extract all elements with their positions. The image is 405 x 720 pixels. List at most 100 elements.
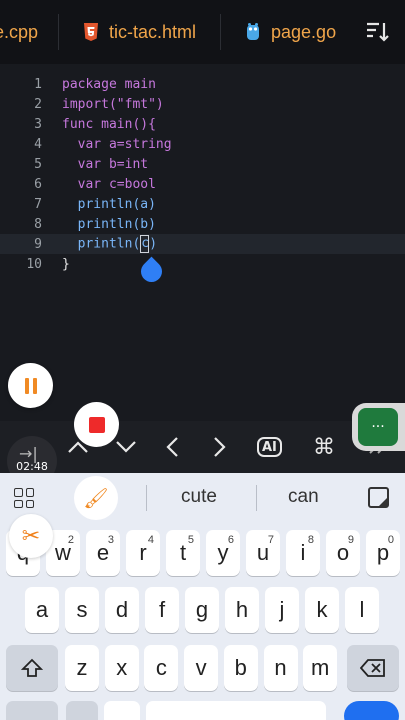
line-number: 5 (34, 156, 42, 172)
tab-cpp-file[interactable]: e.cpp (0, 0, 58, 64)
code-text: package main (62, 76, 156, 92)
key-n[interactable]: n (263, 645, 298, 691)
key-d[interactable]: d (105, 587, 139, 633)
code-line[interactable]: 1 package main (0, 74, 405, 94)
code-line[interactable]: 6 var c=bool (0, 174, 405, 194)
html5-icon (83, 23, 99, 41)
code-line[interactable]: 5 var b=int (0, 154, 405, 174)
tab-divider (220, 14, 222, 50)
key-s[interactable]: s (65, 587, 99, 633)
tab-label: e.cpp (0, 21, 39, 42)
code-line[interactable]: 7 println(a) (0, 194, 405, 214)
key-m[interactable]: m (303, 645, 338, 691)
enter-key[interactable] (344, 701, 399, 720)
sort-icon[interactable] (365, 20, 391, 44)
key-number-hint: 8 (307, 534, 314, 546)
code-line[interactable]: 4 var a=string (0, 134, 405, 154)
line-number: 8 (34, 216, 42, 232)
tools-icon[interactable]: ✂ (9, 514, 53, 558)
suggestion-word[interactable]: can (288, 486, 319, 508)
pause-icon (24, 377, 29, 394)
apps-grid-icon[interactable] (14, 488, 34, 508)
chevron-right-icon[interactable] (210, 429, 230, 465)
command-icon[interactable]: ⌘ (312, 429, 336, 465)
code-text: func main(){ (62, 116, 156, 132)
tab-tic-tac-html[interactable]: tic-tac.html (83, 0, 196, 64)
suggestion-bar: 🖌 cute can (0, 473, 405, 523)
code-fragment: println (62, 236, 133, 252)
line-number: 6 (34, 176, 42, 192)
code-line[interactable]: 3 func main(){ (0, 114, 405, 134)
key-label: r (139, 540, 147, 565)
code-fragment: c (141, 236, 150, 251)
emoji-key[interactable] (104, 701, 140, 720)
key-b[interactable]: b (223, 645, 258, 691)
pause-icon (32, 377, 37, 394)
on-screen-keyboard: 🖌 cute can q1w2e3r4t5y6u7i8o9p0asdfghjkl… (0, 473, 405, 720)
code-text: var a=string (62, 136, 172, 152)
keyboard-resize-icon[interactable] (368, 487, 389, 508)
code-fragment: ( (132, 236, 141, 252)
line-number: 7 (34, 196, 42, 212)
key-o[interactable]: o9 (326, 530, 360, 576)
floating-app-button[interactable]: ··· (352, 403, 405, 451)
space-key[interactable] (146, 701, 326, 720)
line-number: 9 (34, 236, 42, 252)
key-number-hint: 6 (227, 534, 234, 546)
key-a[interactable]: a (25, 587, 59, 633)
key-h[interactable]: h (225, 587, 259, 633)
suggestion-divider (146, 485, 147, 511)
backspace-key[interactable] (347, 645, 399, 691)
code-text: import("fmt") (62, 96, 164, 112)
key-x[interactable]: x (104, 645, 139, 691)
key-t[interactable]: t5 (166, 530, 200, 576)
line-number: 2 (34, 96, 42, 112)
pause-recording-button[interactable] (8, 363, 53, 408)
code-line-active[interactable]: 9 println(c) (0, 234, 405, 254)
key-number-hint: 9 (347, 534, 354, 546)
key-label: t (179, 540, 187, 565)
suggestion-word[interactable]: cute (181, 486, 217, 508)
key-z[interactable]: z (65, 645, 99, 691)
key-label: y (217, 540, 229, 565)
stop-recording-button[interactable] (74, 402, 119, 447)
key-u[interactable]: u7 (246, 530, 280, 576)
symbols-key[interactable] (6, 701, 58, 720)
line-number: 1 (34, 76, 42, 92)
key-number-hint: 3 (107, 534, 114, 546)
tab-page-go[interactable]: page.go (245, 0, 336, 64)
key-e[interactable]: e3 (86, 530, 120, 576)
key-k[interactable]: k (305, 587, 339, 633)
suggestion-divider (256, 485, 257, 511)
line-number: 4 (34, 136, 42, 152)
code-text: } (62, 256, 70, 272)
key-y[interactable]: y6 (206, 530, 240, 576)
chevron-left-icon[interactable] (162, 429, 182, 465)
code-line[interactable]: 2 import("fmt") (0, 94, 405, 114)
key-c[interactable]: c (144, 645, 179, 691)
tab-label: page.go (271, 21, 337, 42)
comma-key[interactable] (66, 701, 98, 720)
code-line[interactable]: 10} (0, 254, 405, 274)
paintbrush-icon[interactable]: 🖌 (74, 476, 118, 520)
key-g[interactable]: g (185, 587, 219, 633)
code-editor[interactable]: 1 package main 2 import("fmt") 3 func main(… (0, 64, 405, 420)
code-line[interactable]: 8 println(b) (0, 214, 405, 234)
tab-bar: e.cpp tic-tac.html page.go (0, 0, 405, 64)
key-l[interactable]: l (345, 587, 379, 633)
key-i[interactable]: i8 (286, 530, 320, 576)
editor-toolbar: AI ⌘ (0, 421, 405, 473)
key-j[interactable]: j (265, 587, 299, 633)
shift-key[interactable] (6, 645, 58, 691)
code-text: println(a) (62, 196, 156, 212)
ai-assist-button[interactable]: AI (257, 437, 282, 457)
key-number-hint: 5 (187, 534, 194, 546)
text-cursor: c (140, 235, 150, 253)
key-v[interactable]: v (184, 645, 219, 691)
key-p[interactable]: p0 (366, 530, 400, 576)
go-file-icon (245, 23, 261, 41)
key-f[interactable]: f (145, 587, 179, 633)
key-r[interactable]: r4 (126, 530, 160, 576)
key-number-hint: 4 (147, 534, 154, 546)
stop-icon (88, 416, 105, 433)
